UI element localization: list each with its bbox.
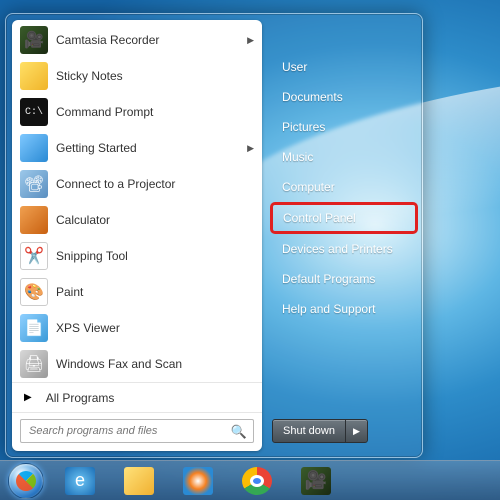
program-item-calculator[interactable]: Calculator: [12, 202, 262, 238]
taskbar-item-wmp[interactable]: [169, 463, 227, 499]
program-item-cmd[interactable]: C:\ Command Prompt: [12, 94, 262, 130]
program-item-paint[interactable]: 🎨 Paint: [12, 274, 262, 310]
taskbar-items: e🎥: [50, 463, 345, 499]
right-item-default-programs[interactable]: Default Programs: [270, 264, 418, 294]
shutdown-row: Shut down ▶: [270, 413, 418, 449]
sticky-notes-icon: [20, 62, 48, 90]
program-item-sticky-notes[interactable]: Sticky Notes: [12, 58, 262, 94]
right-item-music[interactable]: Music: [270, 142, 418, 172]
all-programs-arrow-icon: ▶: [24, 392, 32, 403]
all-programs-label: All Programs: [46, 391, 115, 405]
submenu-arrow-icon: ▶: [247, 35, 254, 46]
program-label: Paint: [56, 285, 254, 299]
snipping-tool-icon: ✂️: [20, 242, 48, 270]
right-item-documents[interactable]: Documents: [270, 82, 418, 112]
program-label: Calculator: [56, 213, 254, 227]
right-item-computer[interactable]: Computer: [270, 172, 418, 202]
taskbar: e🎥: [0, 460, 500, 500]
program-label: Getting Started: [56, 141, 243, 155]
ie-icon: e: [65, 467, 95, 495]
program-label: Command Prompt: [56, 105, 254, 119]
right-item-control-panel[interactable]: Control Panel: [270, 202, 418, 234]
chrome-icon: [242, 467, 272, 495]
program-label: Windows Fax and Scan: [56, 357, 254, 371]
right-item-help-and-support[interactable]: Help and Support: [270, 294, 418, 324]
program-label: Camtasia Recorder: [56, 33, 243, 47]
explorer-icon: [124, 467, 154, 495]
right-items-list: UserDocumentsPicturesMusicComputerContro…: [270, 22, 418, 413]
right-item-user[interactable]: User: [270, 52, 418, 82]
program-item-fax-scan[interactable]: 🖨 Windows Fax and Scan: [12, 346, 262, 382]
submenu-arrow-icon: ▶: [247, 143, 254, 154]
start-menu: 🎥 Camtasia Recorder ▶ Sticky Notes C:\ Comman…: [5, 13, 423, 458]
search-input[interactable]: [21, 420, 253, 442]
camtasia-icon: 🎥: [20, 26, 48, 54]
program-item-xps-viewer[interactable]: 📄 XPS Viewer: [12, 310, 262, 346]
program-label: XPS Viewer: [56, 321, 254, 335]
shutdown-button[interactable]: Shut down ▶: [272, 419, 368, 443]
start-button[interactable]: [2, 462, 50, 500]
program-item-projector[interactable]: 📽 Connect to a Projector: [12, 166, 262, 202]
projector-icon: 📽: [20, 170, 48, 198]
all-programs-button[interactable]: ▶ All Programs: [12, 382, 262, 412]
program-item-snipping-tool[interactable]: ✂️ Snipping Tool: [12, 238, 262, 274]
right-item-pictures[interactable]: Pictures: [270, 112, 418, 142]
taskbar-item-camtasia-task[interactable]: 🎥: [287, 463, 345, 499]
right-item-devices-and-printers[interactable]: Devices and Printers: [270, 234, 418, 264]
start-menu-left-pane: 🎥 Camtasia Recorder ▶ Sticky Notes C:\ Comman…: [12, 20, 262, 451]
program-label: Snipping Tool: [56, 249, 254, 263]
program-label: Sticky Notes: [56, 69, 254, 83]
search-row: 🔍: [12, 412, 262, 451]
windows-logo-icon: [8, 463, 44, 499]
getting-started-icon: [20, 134, 48, 162]
wmp-icon: [183, 467, 213, 495]
program-item-camtasia[interactable]: 🎥 Camtasia Recorder ▶: [12, 22, 262, 58]
taskbar-item-chrome[interactable]: [228, 463, 286, 499]
camtasia-task-icon: 🎥: [301, 467, 331, 495]
fax-scan-icon: 🖨: [20, 350, 48, 378]
taskbar-item-explorer[interactable]: [110, 463, 168, 499]
calculator-icon: [20, 206, 48, 234]
programs-list: 🎥 Camtasia Recorder ▶ Sticky Notes C:\ Comman…: [12, 20, 262, 382]
cmd-icon: C:\: [20, 98, 48, 126]
search-icon: 🔍: [231, 424, 247, 440]
xps-viewer-icon: 📄: [20, 314, 48, 342]
paint-icon: 🎨: [20, 278, 48, 306]
program-item-getting-started[interactable]: Getting Started ▶: [12, 130, 262, 166]
start-menu-right-pane: UserDocumentsPicturesMusicComputerContro…: [268, 14, 422, 457]
search-box[interactable]: 🔍: [20, 419, 254, 443]
program-label: Connect to a Projector: [56, 177, 254, 191]
taskbar-item-ie[interactable]: e: [51, 463, 109, 499]
shutdown-arrow-icon[interactable]: ▶: [346, 426, 367, 437]
shutdown-label: Shut down: [273, 420, 346, 442]
